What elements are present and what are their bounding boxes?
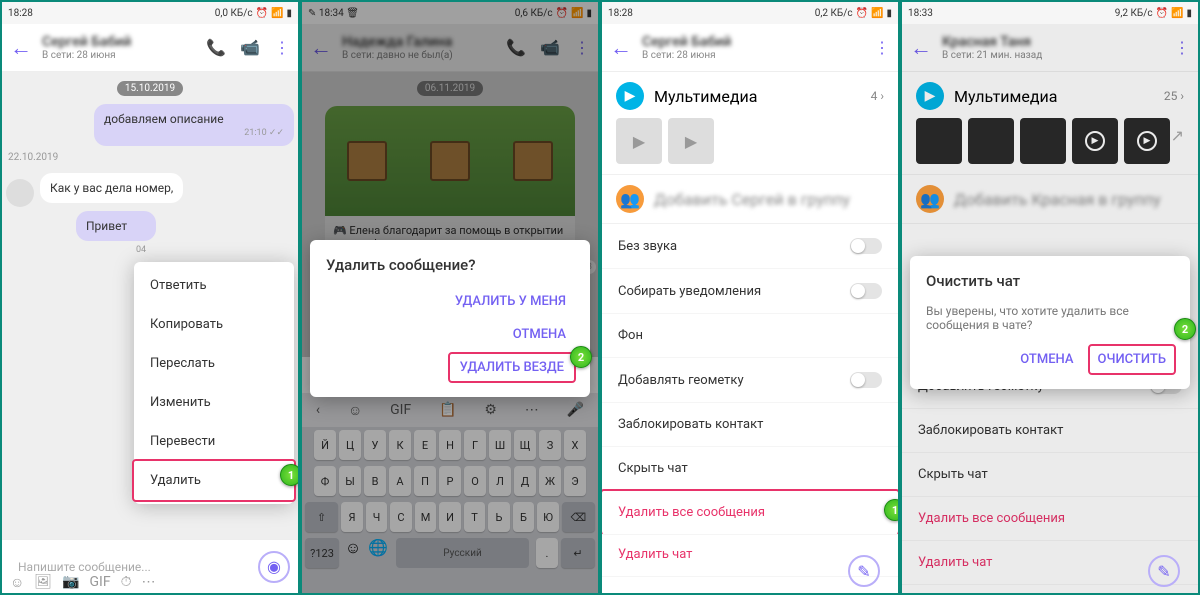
media-thumb[interactable]: ▶ <box>1072 118 1118 164</box>
contact-name: Сергей Бабий <box>642 34 864 50</box>
sticker-icon[interactable]: ☺ <box>10 574 24 591</box>
battery-icon: ▮ <box>286 8 292 19</box>
toggle[interactable] <box>850 283 882 299</box>
status-bar: 18:33 9,2 КБ/с⏰📶▮ <box>902 2 1198 24</box>
add-to-group[interactable]: 👥 Добавить Сергей в группу <box>602 175 898 224</box>
image-icon[interactable]: 🖼 <box>34 574 52 591</box>
contact-name: Красная Таня <box>942 34 1164 50</box>
screenshot-2: ✎ 18:34 🗑 0,6 КБ/с⏰📶▮ ← Надежда Галина В… <box>300 0 600 595</box>
dialog-title: Удалить сообщение? <box>326 256 574 274</box>
fab[interactable]: ✎ <box>848 555 880 587</box>
camera-icon[interactable]: 📷 <box>62 574 79 591</box>
more-icon[interactable]: ⋮ <box>274 38 290 57</box>
info-header: ← Сергей Бабий В сети: 28 июня ⋮ <box>602 24 898 72</box>
media-thumb[interactable]: ▶ <box>1124 118 1170 164</box>
delete-dialog: Удалить сообщение? УДАЛИТЬ У МЕНЯ ОТМЕНА… <box>310 240 590 397</box>
step-badge-2: 2 <box>1174 318 1196 340</box>
video-icon[interactable]: 📹 <box>240 38 260 57</box>
send-button[interactable]: ◉ <box>258 551 290 583</box>
signal-icon: 📶 <box>271 8 283 19</box>
message-out[interactable]: Привет <box>76 211 156 241</box>
screenshot-4: 18:33 9,2 КБ/с⏰📶▮ ← Красная Таня В сети:… <box>900 0 1200 595</box>
setting-hide[interactable]: Скрыть чат <box>902 453 1198 497</box>
setting-geotag[interactable]: Добавлять геометку <box>602 358 898 403</box>
ctx-copy[interactable]: Копировать <box>134 305 294 344</box>
call-icon[interactable]: 📞 <box>206 38 226 57</box>
gif-icon[interactable]: GIF <box>90 574 111 591</box>
media-thumb[interactable] <box>968 118 1014 164</box>
media-icon: ▶ <box>916 82 944 110</box>
settings-list: ▶ Мультимедиа 4 › ▶ ▶ 👥 Добавить Сергей … <box>602 72 898 593</box>
date-pill: 15.10.2019 <box>117 81 183 96</box>
media-section[interactable]: ▶ Мультимедиа 25 › ↗ ▶ ▶ <box>902 72 1198 175</box>
fab[interactable]: ✎ <box>1148 555 1180 587</box>
delete-everywhere-button[interactable]: УДАЛИТЬ ВЕЗДЕ <box>448 352 576 383</box>
group-icon: 👥 <box>916 185 944 213</box>
delete-for-me-button[interactable]: УДАЛИТЬ У МЕНЯ <box>447 288 574 315</box>
more-icon[interactable]: ⋮ <box>874 38 890 57</box>
info-header: ← Красная Таня В сети: 21 мин. назад ⋮ <box>902 24 1198 72</box>
chat-header: ← Сергей Бабий В сети: 28 июня 📞 📹 ⋮ <box>2 24 298 72</box>
back-icon[interactable]: ← <box>10 35 32 61</box>
clock: 18:28 <box>8 8 33 19</box>
clear-button[interactable]: ОЧИСТИТЬ <box>1088 344 1176 375</box>
status-bar: 18:28 0,0 КБ/с⏰📶▮ <box>2 2 298 24</box>
cancel-button[interactable]: ОТМЕНА <box>1012 346 1081 373</box>
contact-status: В сети: 28 июня <box>42 50 196 61</box>
more-icon[interactable]: ⋯ <box>142 574 156 591</box>
step-badge-1: 1 <box>884 499 898 521</box>
back-icon[interactable]: ← <box>610 35 632 61</box>
media-thumb[interactable]: ▶ <box>668 118 714 164</box>
screenshot-1: 18:28 0,0 КБ/с⏰📶▮ ← Сергей Бабий В сети:… <box>0 0 300 595</box>
media-thumb[interactable] <box>1020 118 1066 164</box>
media-thumb[interactable]: ▶ <box>616 118 662 164</box>
date-label: 22.10.2019 <box>8 152 292 163</box>
ctx-delete[interactable]: Удалить <box>132 459 296 502</box>
toggle[interactable] <box>850 238 882 254</box>
add-to-group[interactable]: 👥 Добавить Красная в группу <box>902 175 1198 224</box>
setting-delete-all[interactable]: Удалить все сообщения <box>902 497 1198 541</box>
more-icon[interactable]: ⋮ <box>1174 38 1190 57</box>
message-in[interactable]: Как у вас дела номер, <box>40 173 183 203</box>
dialog-subtitle: Вы уверены, что хотите удалить все сообщ… <box>926 304 1174 332</box>
media-thumb[interactable] <box>916 118 962 164</box>
setting-background[interactable]: Фон <box>602 314 898 358</box>
status-bar: 18:28 0,2 КБ/с⏰📶▮ <box>602 2 898 24</box>
contact-status: В сети: 28 июня <box>642 50 864 61</box>
setting-hide[interactable]: Скрыть чат <box>602 447 898 491</box>
contact-status: В сети: 21 мин. назад <box>942 50 1164 61</box>
share-icon[interactable]: ↗ <box>1171 126 1184 145</box>
context-menu: Ответить Копировать Переслать Изменить П… <box>134 262 294 504</box>
setting-delete-all[interactable]: Удалить все сообщения 1 <box>602 489 898 535</box>
alarm-icon: ⏰ <box>256 8 268 19</box>
step-badge-1: 1 <box>280 464 300 486</box>
contact-name[interactable]: Сергей Бабий <box>42 34 196 50</box>
group-icon: 👥 <box>616 185 644 213</box>
ctx-translate[interactable]: Перевести <box>134 422 294 461</box>
cancel-button[interactable]: ОТМЕНА <box>505 321 574 348</box>
toggle[interactable] <box>850 372 882 388</box>
ctx-reply[interactable]: Ответить <box>134 266 294 305</box>
setting-notifications[interactable]: Собирать уведомления <box>602 269 898 314</box>
media-section[interactable]: ▶ Мультимедиа 4 › ▶ ▶ <box>602 72 898 175</box>
media-icon: ▶ <box>616 82 644 110</box>
ctx-forward[interactable]: Переслать <box>134 344 294 383</box>
ctx-edit[interactable]: Изменить <box>134 383 294 422</box>
setting-block[interactable]: Заблокировать контакт <box>902 409 1198 453</box>
step-badge-2: 2 <box>570 346 592 368</box>
screenshot-3: 18:28 0,2 КБ/с⏰📶▮ ← Сергей Бабий В сети:… <box>600 0 900 595</box>
clear-dialog: Очистить чат Вы уверены, что хотите удал… <box>910 256 1190 389</box>
setting-block[interactable]: Заблокировать контакт <box>602 403 898 447</box>
dialog-title: Очистить чат <box>926 272 1174 290</box>
avatar[interactable] <box>6 179 34 207</box>
message-out[interactable]: добавляем описание 21:10 ✓✓ <box>94 104 294 146</box>
timer-icon[interactable]: ⏱ <box>121 574 132 591</box>
setting-mute[interactable]: Без звука <box>602 224 898 269</box>
back-icon[interactable]: ← <box>910 35 932 61</box>
